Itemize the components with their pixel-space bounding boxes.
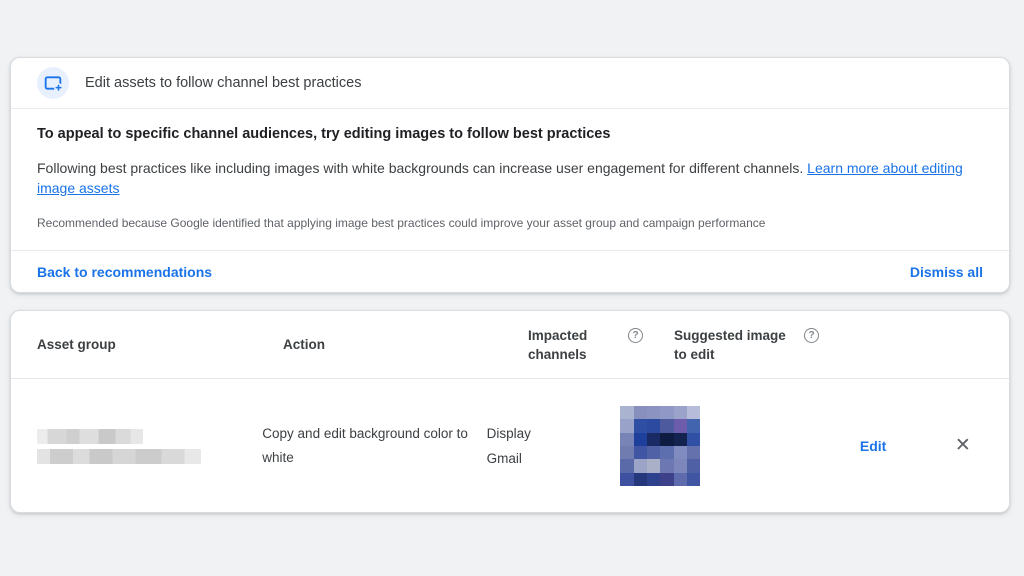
recommendation-body: To appeal to specific channel audiences,… bbox=[11, 109, 1009, 230]
help-icon[interactable]: ? bbox=[628, 328, 643, 343]
description-text: Following best practices like including … bbox=[37, 160, 803, 176]
cell-asset-group bbox=[37, 429, 262, 464]
cell-impacted-channels: Display Gmail bbox=[487, 421, 621, 471]
redacted-asset-group-name bbox=[37, 429, 262, 464]
cell-close: ✕ bbox=[943, 436, 983, 456]
recommendation-description: Following best practices like including … bbox=[37, 158, 983, 198]
column-header-action: Action bbox=[283, 335, 528, 354]
column-header-asset-group: Asset group bbox=[37, 335, 283, 354]
suggested-image-label: Suggested image to edit bbox=[674, 326, 792, 364]
page: Edit assets to follow channel best pract… bbox=[0, 0, 1024, 576]
cell-edit: Edit bbox=[804, 430, 943, 462]
help-icon[interactable]: ? bbox=[804, 328, 819, 343]
edit-button[interactable]: Edit bbox=[848, 430, 898, 462]
recommendation-card-header: Edit assets to follow channel best pract… bbox=[11, 58, 1009, 109]
close-icon[interactable]: ✕ bbox=[955, 436, 971, 455]
channel-item: Gmail bbox=[487, 446, 531, 471]
table-header-row: Asset group Action Impacted channels ? S… bbox=[11, 311, 1009, 379]
back-to-recommendations-link[interactable]: Back to recommendations bbox=[37, 264, 212, 280]
cell-suggested-image bbox=[620, 406, 803, 486]
suggested-image-thumbnail bbox=[620, 406, 700, 486]
redacted-bar bbox=[37, 449, 201, 464]
recommendation-title: Edit assets to follow channel best pract… bbox=[85, 75, 361, 91]
redacted-bar bbox=[37, 429, 143, 444]
recommendation-heading: To appeal to specific channel audiences,… bbox=[37, 126, 983, 142]
recommendation-footer: Back to recommendations Dismiss all bbox=[11, 250, 1009, 292]
cell-action: Copy and edit background color to white bbox=[262, 422, 486, 470]
recommendation-card: Edit assets to follow channel best pract… bbox=[10, 57, 1010, 293]
action-text: Copy and edit background color to white bbox=[262, 422, 474, 470]
channel-item: Display bbox=[487, 421, 531, 446]
table-row: Copy and edit background color to white … bbox=[11, 379, 1009, 513]
column-header-impacted-channels: Impacted channels ? bbox=[528, 326, 674, 364]
channel-list: Display Gmail bbox=[487, 421, 531, 471]
recommendation-note: Recommended because Google identified th… bbox=[37, 216, 983, 230]
asset-table-card: Asset group Action Impacted channels ? S… bbox=[10, 310, 1010, 513]
impacted-channels-label: Impacted channels bbox=[528, 326, 614, 364]
column-header-suggested-image: Suggested image to edit ? bbox=[674, 326, 874, 364]
dismiss-all-link[interactable]: Dismiss all bbox=[910, 264, 983, 280]
image-edit-add-icon bbox=[37, 67, 69, 99]
